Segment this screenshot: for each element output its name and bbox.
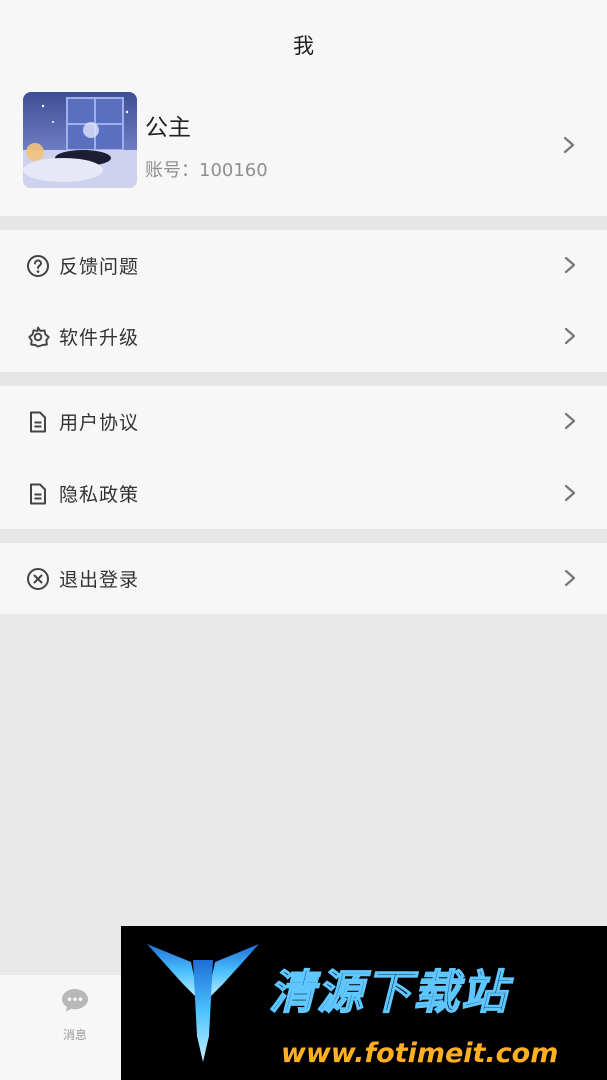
question-circle-icon [26,254,50,278]
chevron-right-icon [563,256,577,274]
watermark-url: www.fotimeit.com [281,1038,559,1069]
section-divider [0,216,607,230]
menu-item-label: 软件升级 [59,327,140,349]
username: 公主 [145,115,191,141]
menu-item-logout[interactable]: 退出登录 [0,543,607,613]
menu-item-label: 反馈问题 [59,256,140,278]
document-icon [26,482,50,506]
section-divider [0,372,607,386]
account-number: 账号：100160 [145,160,268,181]
menu-item-upgrade[interactable]: 软件升级 [0,301,607,371]
close-circle-icon [26,567,50,591]
menu-item-label: 隐私政策 [59,484,140,506]
avatar[interactable] [23,92,137,188]
profile-card[interactable]: 公主 账号：100160 [0,88,607,216]
menu-group-support: 反馈问题 软件升级 [0,230,607,372]
menu-item-feedback[interactable]: 反馈问题 [0,230,607,300]
top-bar: 我 [0,0,607,88]
menu-item-user-agreement[interactable]: 用户协议 [0,386,607,456]
chevron-right-icon [563,484,577,502]
watermark-logo-icon [147,944,259,1062]
menu-group-legal: 用户协议 隐私政策 [0,386,607,529]
chevron-right-icon [562,136,576,154]
menu-group-account: 退出登录 [0,543,607,614]
tab-messages[interactable]: 消息 [40,987,110,1047]
chat-bubble-icon [60,987,90,1013]
chevron-right-icon [563,412,577,430]
document-icon [26,410,50,434]
chevron-right-icon [563,569,577,587]
flower-gear-icon [26,325,50,349]
menu-item-label: 退出登录 [59,569,140,591]
menu-item-label: 用户协议 [59,412,140,434]
watermark-title: 清源下载站 [268,964,509,1020]
menu-item-privacy-policy[interactable]: 隐私政策 [0,458,607,528]
section-divider [0,529,607,543]
watermark-banner: 清源下载站 www.fotimeit.com [121,926,607,1080]
tab-messages-label: 消息 [62,1028,87,1042]
chevron-right-icon [563,327,577,345]
page-title: 我 [293,34,314,58]
